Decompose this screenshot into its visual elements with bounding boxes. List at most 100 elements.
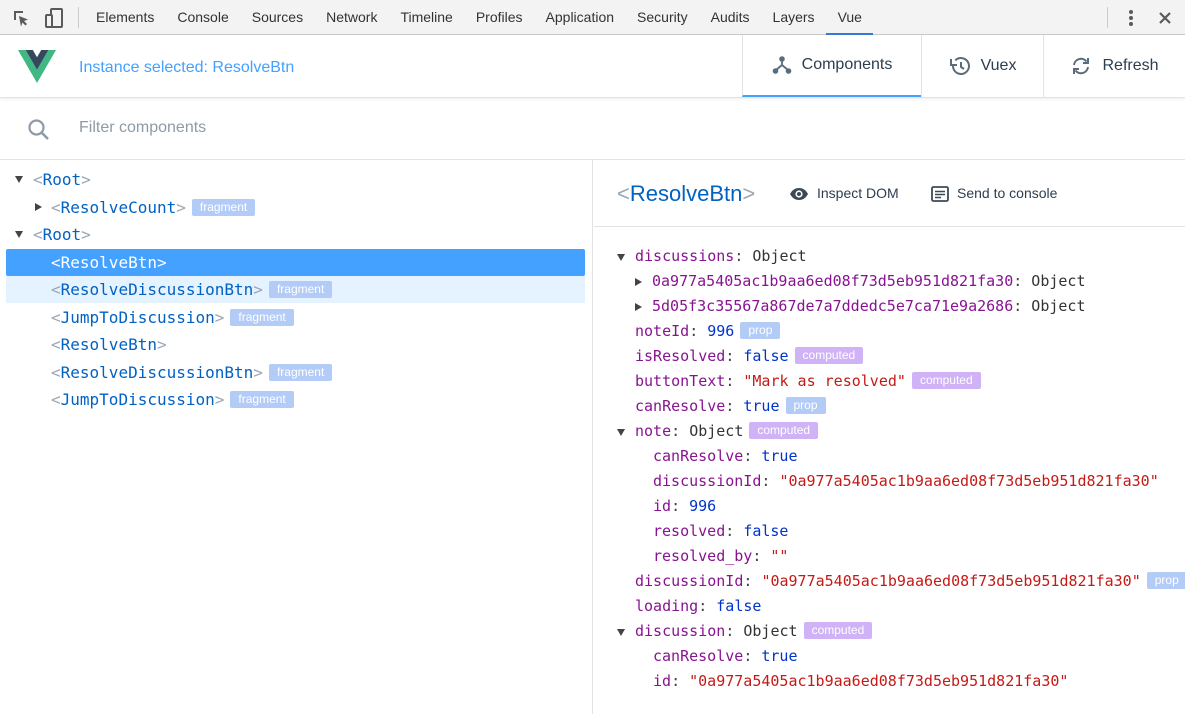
tree-node-resolvebtn[interactable]: <ResolveBtn> [6, 331, 585, 358]
field-value: Object [752, 247, 807, 265]
data-field-row[interactable]: discussion: Object computed [635, 619, 873, 644]
field-key: resolved_by [653, 547, 753, 565]
field-separator: : [1013, 272, 1032, 290]
collapsed-arrow-icon[interactable] [635, 278, 642, 286]
field-separator: : [743, 572, 762, 590]
close-icon[interactable] [1155, 8, 1175, 28]
tab-application[interactable]: Application [534, 0, 626, 35]
filter-components-input[interactable] [79, 112, 579, 144]
field-value: "Mark as resolved" [743, 372, 906, 390]
tree-node-resolvediscussionbtn[interactable]: <ResolveDiscussionBtn> fragment [6, 276, 585, 303]
tab-vue[interactable]: Vue [825, 0, 873, 35]
field-value: Object [1031, 297, 1086, 315]
data-field-row: buttonText: "Mark as resolved" computed [635, 369, 981, 394]
field-separator: : [734, 247, 753, 265]
data-field-row: id: 996 [653, 494, 716, 519]
field-key: canResolve [635, 397, 726, 415]
expanded-arrow-icon[interactable] [617, 629, 625, 636]
field-separator: : [671, 422, 690, 440]
data-field-row[interactable]: 5d05f3c35567a867de7a7ddedc5e7ca71e9a2686… [652, 294, 1085, 319]
tree-node-root[interactable]: <Root> [6, 166, 585, 193]
refresh-icon [1073, 57, 1090, 75]
tree-node-resolvecount[interactable]: <ResolveCount> fragment [6, 194, 585, 221]
field-key: buttonText [635, 372, 726, 390]
data-field-row[interactable]: note: Object computed [635, 419, 819, 444]
tab-layers[interactable]: Layers [761, 0, 826, 35]
field-separator: : [671, 497, 690, 515]
field-value: false [743, 522, 789, 540]
tree-node-root[interactable]: <Root> [6, 221, 585, 248]
device-toolbar-icon[interactable] [44, 8, 64, 28]
tab-console[interactable]: Console [165, 0, 239, 35]
field-separator: : [725, 522, 744, 540]
tree-node-jumptodiscussion[interactable]: <JumpToDiscussion> fragment [6, 304, 585, 331]
tree-node-resolvebtn-selected[interactable]: <ResolveBtn> [6, 249, 585, 276]
inspect-dom-button[interactable]: Inspect DOM [789, 160, 899, 227]
field-value: false [716, 597, 762, 615]
field-separator: : [743, 447, 762, 465]
expanded-arrow-icon[interactable] [617, 254, 625, 261]
inspect-element-icon[interactable] [11, 8, 31, 28]
tab-profiles[interactable]: Profiles [464, 0, 534, 35]
inspector-header: <ResolveBtn> Inspect DOM Send to console [594, 160, 1185, 227]
components-button-label: Components [801, 56, 893, 73]
field-key: canResolve [653, 647, 744, 665]
computed-badge: computed [803, 622, 873, 639]
field-key: discussionId [653, 472, 762, 490]
tab-audits[interactable]: Audits [699, 0, 761, 35]
tab-security[interactable]: Security [625, 0, 699, 35]
expanded-arrow-icon[interactable] [15, 176, 23, 183]
components-button[interactable]: Components [742, 35, 921, 97]
data-field-row: resolved: false [653, 519, 788, 544]
prop-badge: prop [785, 397, 826, 414]
data-field-row[interactable]: 0a977a5405ac1b9aa6ed08f73d5eb951d821fa30… [652, 269, 1085, 294]
vuex-button[interactable]: Vuex [921, 35, 1043, 97]
vuex-button-label: Vuex [980, 57, 1017, 74]
field-value: "0a977a5405ac1b9aa6ed08f73d5eb951d821fa3… [779, 472, 1159, 490]
field-value: "0a977a5405ac1b9aa6ed08f73d5eb951d821fa3… [689, 672, 1069, 690]
tree-node-resolvediscussionbtn[interactable]: <ResolveDiscussionBtn> fragment [6, 359, 585, 386]
tab-elements[interactable]: Elements [84, 0, 165, 35]
field-separator: : [761, 472, 780, 490]
collapsed-arrow-icon[interactable] [635, 303, 642, 311]
field-key: id [653, 672, 672, 690]
tree-node-jumptodiscussion[interactable]: <JumpToDiscussion> fragment [6, 386, 585, 413]
field-key: note [635, 422, 672, 440]
tab-sources[interactable]: Sources [240, 0, 314, 35]
history-icon [949, 57, 970, 75]
field-separator: : [725, 347, 744, 365]
component-name: JumpToDiscussion [60, 308, 215, 327]
fragment-badge: fragment [230, 391, 294, 408]
toolbar-divider-right [1107, 7, 1108, 28]
data-field-row: resolved_by: "" [653, 544, 788, 569]
toolbar-divider [78, 7, 79, 28]
inspect-dom-label: Inspect DOM [817, 185, 899, 201]
computed-badge: computed [794, 347, 864, 364]
field-separator: : [725, 397, 744, 415]
field-key: id [653, 497, 672, 515]
more-options-icon[interactable] [1121, 8, 1141, 28]
search-icon [27, 118, 51, 147]
field-value: true [761, 447, 798, 465]
filter-bar [0, 98, 1185, 160]
data-field-row: canResolve: true [653, 644, 798, 669]
expanded-arrow-icon[interactable] [617, 429, 625, 436]
field-separator: : [752, 547, 771, 565]
instance-selected-message: Instance selected: ResolveBtn [79, 59, 295, 76]
data-field-row: noteId: 996 prop [635, 319, 781, 344]
refresh-button[interactable]: Refresh [1043, 35, 1185, 97]
collapsed-arrow-icon[interactable] [35, 203, 42, 211]
data-field-row: id: "0a977a5405ac1b9aa6ed08f73d5eb951d82… [653, 669, 1068, 694]
expanded-arrow-icon[interactable] [15, 231, 23, 238]
data-field-row[interactable]: discussions: Object [635, 244, 807, 269]
component-name: ResolveBtn [60, 253, 157, 272]
data-field-row: canResolve: true prop [635, 394, 826, 419]
send-to-console-button[interactable]: Send to console [931, 160, 1057, 227]
tab-timeline[interactable]: Timeline [388, 0, 463, 35]
component-tree: <Root> <ResolveCount> fragment <Root> <Re… [0, 160, 593, 714]
field-separator: : [671, 672, 690, 690]
components-tree-icon [772, 56, 791, 74]
field-key: discussionId [635, 572, 744, 590]
field-key: resolved [653, 522, 726, 540]
tab-network[interactable]: Network [314, 0, 388, 35]
